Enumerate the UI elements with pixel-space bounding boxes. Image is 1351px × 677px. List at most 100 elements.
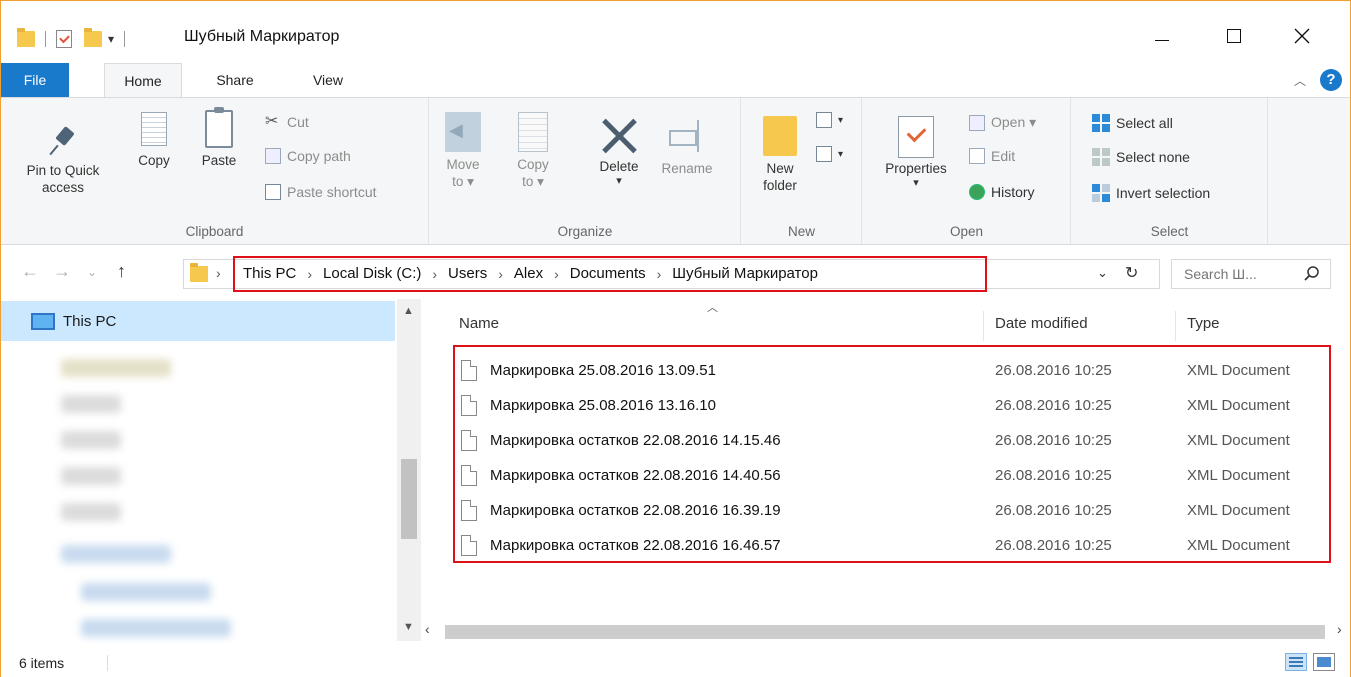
edit-label: Edit — [991, 148, 1016, 164]
open-button[interactable]: Open ▾ — [969, 114, 1036, 131]
new-item-button[interactable]: ▾ — [816, 112, 843, 128]
file-row[interactable]: Маркировка остатков 22.08.2016 14.40.56 … — [461, 458, 1331, 492]
file-list-hscrollbar[interactable]: ‹ › — [425, 621, 1350, 641]
new-folder-icon[interactable] — [84, 28, 102, 47]
folder-icon — [17, 28, 35, 47]
copy-button[interactable]: Copy — [127, 112, 181, 169]
nav-pane-scrollbar[interactable]: ▲ ▼ — [397, 299, 421, 641]
crumb-separator[interactable]: › — [498, 266, 503, 282]
back-arrow-icon[interactable]: ← — [21, 261, 39, 282]
pin-to-quick-access-button[interactable]: Pin to Quick access — [13, 124, 113, 196]
open-group-label: Open — [949, 224, 984, 239]
crumb-separator[interactable]: › — [432, 266, 437, 282]
details-view-icon[interactable] — [1285, 653, 1307, 671]
delete-icon — [599, 116, 639, 156]
crumb-separator[interactable]: › — [307, 266, 312, 282]
column-header-type[interactable]: Type — [1187, 315, 1220, 332]
new-folder-button[interactable]: New folder — [754, 116, 806, 194]
rename-icon — [667, 116, 707, 156]
search-input[interactable] — [1172, 260, 1292, 288]
file-icon — [461, 499, 477, 521]
delete-button[interactable]: Delete ▾ — [588, 116, 650, 187]
column-header-date[interactable]: Date modified — [995, 315, 1088, 332]
file-row[interactable]: Маркировка 25.08.2016 13.16.10 26.08.201… — [461, 388, 1331, 422]
file-row[interactable]: Маркировка остатков 22.08.2016 16.39.19 … — [461, 493, 1331, 527]
tab-view[interactable]: View — [299, 63, 357, 97]
crumb-this-pc[interactable]: This PC — [243, 265, 296, 282]
blurred-nav-item[interactable] — [61, 467, 121, 485]
nav-item-this-pc[interactable]: This PC — [1, 301, 395, 341]
breadcrumb: This PC › Local Disk (C:) › Users › Alex… — [243, 265, 818, 282]
minimize-button[interactable] — [1139, 21, 1185, 51]
column-divider[interactable] — [1175, 311, 1176, 341]
column-header-name[interactable]: Name — [459, 315, 499, 332]
copy-path-button[interactable]: Copy path — [265, 148, 351, 164]
blurred-nav-item[interactable] — [61, 359, 171, 377]
hscroll-thumb[interactable] — [445, 625, 1325, 639]
collapse-ribbon-icon[interactable]: ︿ — [1294, 72, 1306, 89]
cut-button[interactable]: ✂ Cut — [265, 114, 309, 131]
file-type: XML Document — [1187, 431, 1290, 449]
rename-button[interactable]: Rename — [654, 116, 720, 177]
paste-button[interactable]: Paste — [191, 107, 247, 169]
nav-pane-scroll-thumb[interactable] — [401, 459, 417, 539]
edit-button[interactable]: Edit — [969, 148, 1015, 164]
paste-shortcut-button[interactable]: Paste shortcut — [265, 184, 377, 200]
history-button[interactable]: History — [969, 184, 1035, 200]
search-box[interactable] — [1171, 259, 1331, 289]
crumb-alex[interactable]: Alex — [514, 265, 543, 282]
invert-selection-button[interactable]: Invert selection — [1092, 184, 1210, 202]
status-separator — [107, 655, 108, 671]
refresh-icon[interactable]: ↻ — [1125, 263, 1138, 283]
scroll-right-icon[interactable]: › — [1337, 621, 1342, 637]
blurred-nav-item[interactable] — [61, 545, 171, 563]
blurred-nav-item[interactable] — [61, 503, 121, 521]
help-icon[interactable]: ? — [1320, 69, 1342, 91]
file-row[interactable]: Маркировка 25.08.2016 13.09.51 26.08.201… — [461, 353, 1331, 387]
properties-icon[interactable] — [56, 30, 72, 48]
blurred-nav-item[interactable] — [61, 431, 121, 449]
column-divider[interactable] — [983, 311, 984, 341]
blurred-nav-item[interactable] — [81, 619, 231, 637]
crumb-local-disk[interactable]: Local Disk (C:) — [323, 265, 421, 282]
recent-locations-icon[interactable]: ⌄ — [87, 265, 97, 279]
file-date: 26.08.2016 10:25 — [995, 396, 1112, 414]
move-to-button[interactable]: Move to ▾ — [438, 112, 488, 190]
scroll-down-icon[interactable]: ▼ — [403, 621, 414, 633]
properties-button[interactable]: Properties ▾ — [871, 116, 961, 189]
move-to-icon — [445, 112, 481, 152]
forward-arrow-icon[interactable]: → — [53, 261, 71, 282]
easy-access-button[interactable]: ▾ — [816, 146, 843, 162]
pin-label-line2: access — [41, 180, 85, 195]
scroll-left-icon[interactable]: ‹ — [425, 621, 430, 637]
blurred-nav-item[interactable] — [81, 583, 211, 601]
qat-separator — [124, 31, 126, 47]
crumb-separator[interactable]: › — [554, 266, 559, 282]
crumb-users[interactable]: Users — [448, 265, 487, 282]
select-none-button[interactable]: Select none — [1092, 148, 1190, 166]
file-row[interactable]: Маркировка остатков 22.08.2016 14.15.46 … — [461, 423, 1331, 457]
maximize-button[interactable] — [1211, 21, 1257, 51]
close-button[interactable] — [1279, 21, 1325, 51]
history-label: History — [991, 184, 1035, 200]
tab-share[interactable]: Share — [203, 63, 267, 97]
crumb-separator[interactable]: › — [657, 266, 662, 282]
address-dropdown-icon[interactable]: ⌄ — [1097, 265, 1108, 281]
invert-selection-label: Invert selection — [1116, 185, 1211, 201]
tab-home[interactable]: Home — [104, 63, 182, 98]
crumb-current-folder[interactable]: Шубный Маркиратор — [672, 265, 818, 282]
tab-file[interactable]: File — [1, 63, 69, 97]
up-arrow-icon[interactable]: ↑ — [117, 261, 126, 282]
scroll-up-icon[interactable]: ▲ — [403, 305, 414, 317]
select-all-button[interactable]: Select all — [1092, 114, 1173, 132]
address-root-chevron[interactable]: › — [216, 265, 221, 281]
navigation-pane: This PC ▲ ▼ — [1, 299, 421, 641]
ribbon-tabs: File Home Share View ︿ ? — [1, 63, 1350, 98]
address-row: ← → ⌄ ↑ › This PC › Local Disk (C:) › Us… — [1, 251, 1350, 297]
large-icons-view-icon[interactable] — [1313, 653, 1335, 671]
qat-dropdown[interactable]: ▾ — [108, 32, 114, 46]
file-row[interactable]: Маркировка остатков 22.08.2016 16.46.57 … — [461, 528, 1331, 562]
copy-to-button[interactable]: Copy to ▾ — [508, 112, 558, 190]
crumb-documents[interactable]: Documents — [570, 265, 646, 282]
blurred-nav-item[interactable] — [61, 395, 121, 413]
